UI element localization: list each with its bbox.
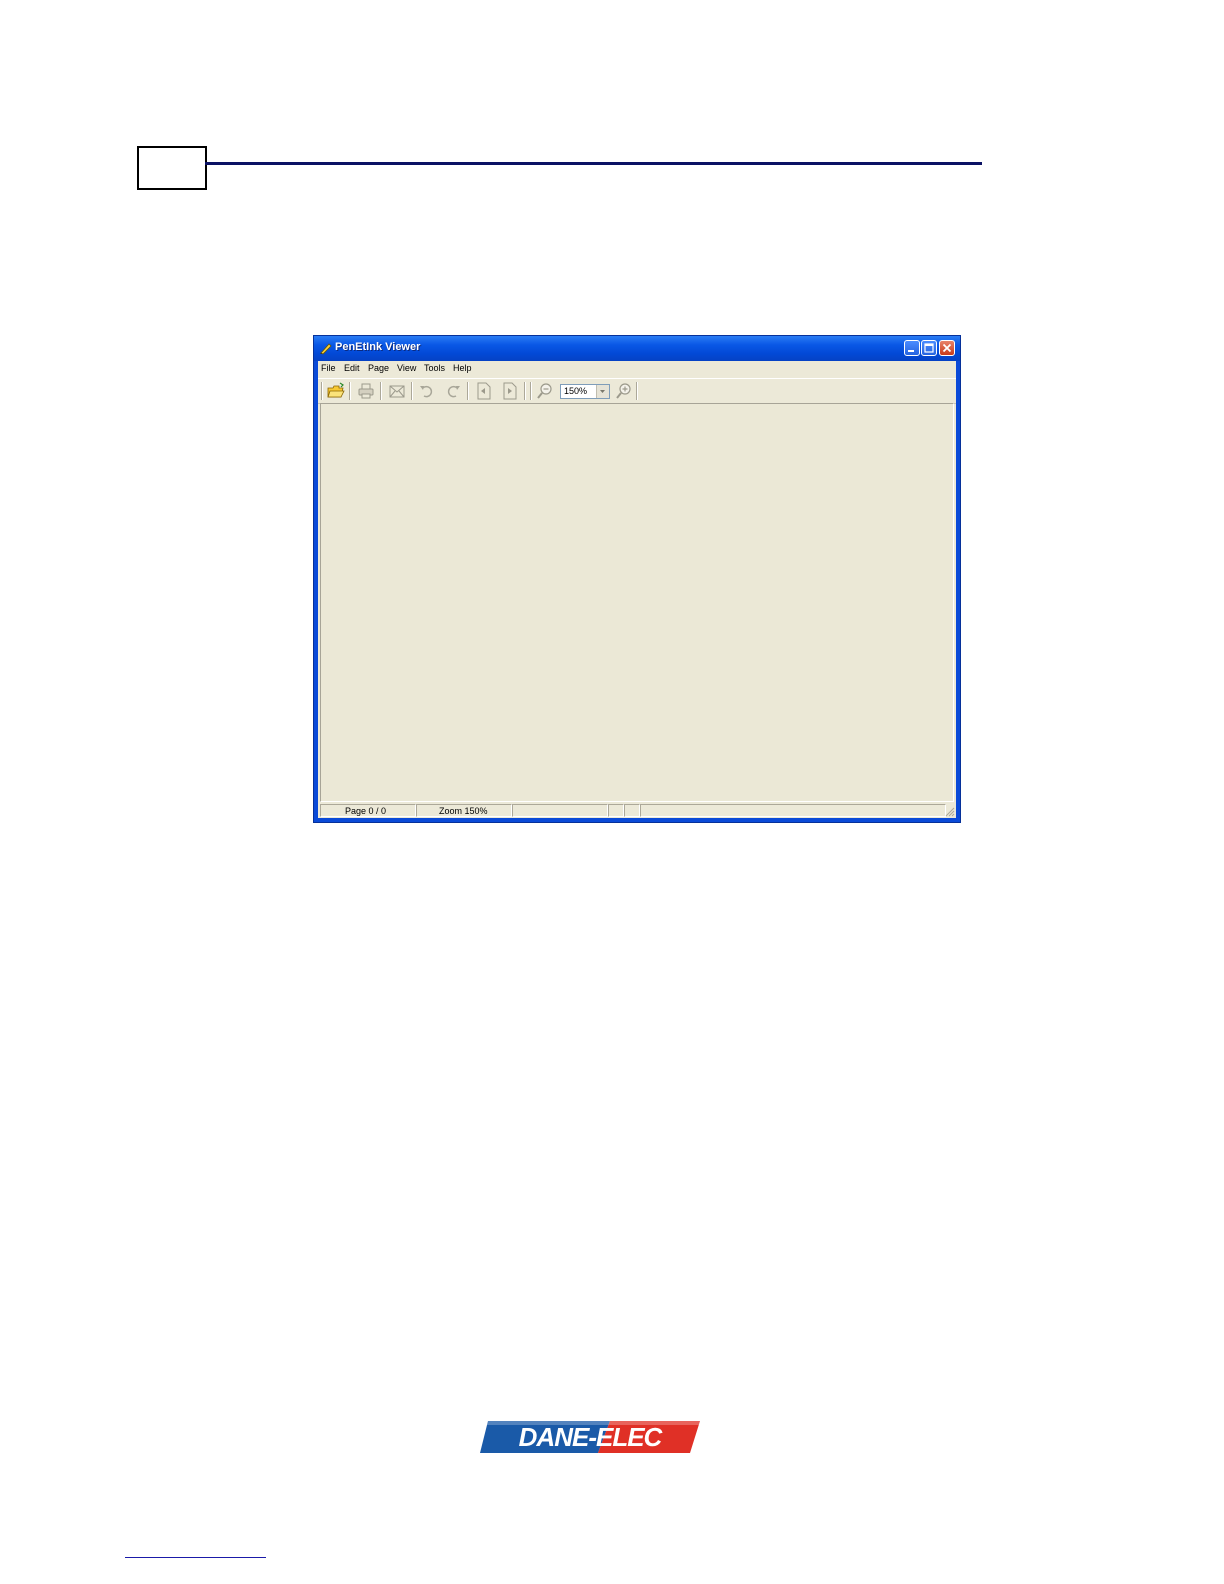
zoom-in-icon[interactable]	[615, 382, 633, 400]
previous-page-icon[interactable]	[475, 382, 493, 400]
menu-edit[interactable]: Edit	[344, 363, 360, 373]
title-bar[interactable]: PenEtInk Viewer	[314, 336, 960, 361]
status-zoom: Zoom 150%	[439, 806, 488, 816]
resize-grip-icon[interactable]	[943, 805, 955, 817]
redo-icon[interactable]	[444, 382, 462, 400]
menu-view[interactable]: View	[397, 363, 416, 373]
toolbar-separator	[349, 382, 351, 400]
status-page: Page 0 / 0	[345, 806, 387, 816]
minimize-button[interactable]	[904, 340, 920, 356]
toolbar-separator	[380, 382, 382, 400]
document-view-area[interactable]	[320, 403, 954, 802]
close-icon	[942, 343, 952, 353]
toolbar-separator	[467, 382, 469, 400]
menu-file[interactable]: File	[321, 363, 336, 373]
toolbar-separator	[636, 382, 638, 400]
status-zoom-panel: Zoom 150%	[416, 804, 512, 817]
menu-bar: File Edit Page View Tools Help	[318, 361, 956, 377]
header-rule	[205, 162, 982, 165]
menu-help[interactable]: Help	[453, 363, 472, 373]
chevron-down-icon[interactable]	[596, 385, 609, 398]
menu-page[interactable]: Page	[368, 363, 389, 373]
toolbar-separator	[524, 382, 526, 400]
status-page-panel: Page 0 / 0	[320, 804, 416, 817]
print-icon[interactable]	[357, 382, 375, 400]
zoom-select-value: 150%	[564, 386, 588, 396]
email-icon[interactable]	[388, 382, 406, 400]
toolbar: 150%	[318, 378, 956, 404]
svg-text:DANE-ELEC: DANE-ELEC	[519, 1422, 664, 1452]
status-panel	[624, 804, 640, 817]
minimize-icon	[908, 350, 914, 352]
chapter-number-box	[137, 146, 207, 190]
menu-tools[interactable]: Tools	[424, 363, 445, 373]
toolbar-grip	[530, 382, 532, 400]
status-panel	[512, 804, 608, 817]
next-page-icon[interactable]	[501, 382, 519, 400]
maximize-button[interactable]	[921, 340, 937, 356]
status-panel	[640, 804, 946, 817]
open-folder-icon[interactable]	[327, 382, 345, 400]
footer-rule	[125, 1557, 266, 1558]
window-client: File Edit Page View Tools Help 150% Page…	[318, 361, 956, 818]
toolbar-grip	[321, 382, 323, 400]
status-panel	[608, 804, 624, 817]
dane-elec-logo: DANE-ELEC	[480, 1421, 700, 1453]
status-bar: Page 0 / 0 Zoom 150%	[318, 803, 956, 818]
window-title: PenEtInk Viewer	[335, 341, 421, 353]
app-window: PenEtInk Viewer File Edit Page View Tool…	[313, 335, 961, 823]
app-pen-icon	[320, 343, 332, 355]
zoom-select[interactable]: 150%	[560, 384, 610, 399]
toolbar-separator	[411, 382, 413, 400]
undo-icon[interactable]	[418, 382, 436, 400]
close-button[interactable]	[939, 340, 955, 356]
maximize-icon	[924, 343, 934, 353]
zoom-out-icon[interactable]	[536, 382, 554, 400]
